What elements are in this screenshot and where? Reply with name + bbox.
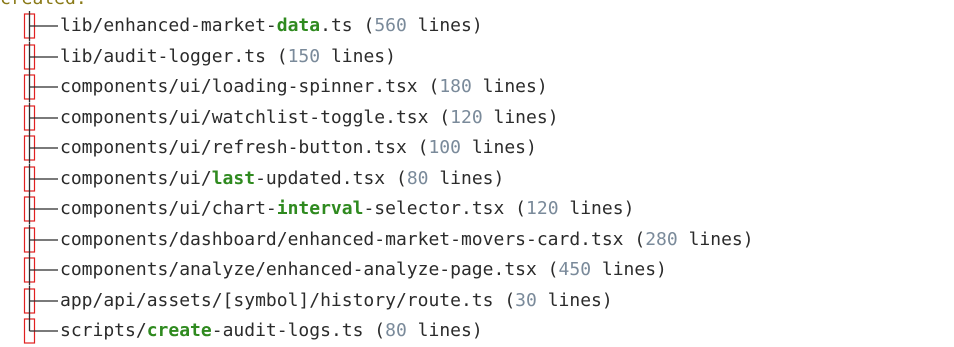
file-path-suffix: -audit-logs.ts [211,320,364,341]
tree-branch-icon [0,285,60,316]
line-count-open: ( [623,228,646,250]
tree-branch-icon [0,224,60,255]
line-count-number: 560 [374,15,407,36]
file-tree-row: components/analyze/enhanced-analyze-page… [0,255,954,286]
tree-branch-icon [0,163,60,194]
file-tree-row: lib/audit-logger.ts (150 lines) [0,41,954,73]
line-count-close: lines) [471,76,548,97]
line-count-number: 120 [526,198,559,219]
section-heading: created: [0,0,87,11]
line-count-open: ( [417,76,440,97]
line-count-number: 150 [287,45,321,67]
tree-last-branch-icon [0,316,60,347]
file-path: app/api/assets/[symbol]/history/route.ts [60,289,494,311]
file-path: components/ui/chart- [60,198,277,219]
tree-connector-glyph [23,11,58,42]
tree-connector-glyph [23,316,58,344]
line-count-close: lines) [406,15,483,36]
tree-branch-icon [0,133,60,164]
file-entry: components/ui/watchlist-toggle.tsx (120 … [60,103,559,134]
tree-branch-icon [0,41,60,72]
file-tree-row: components/ui/chart-interval-selector.ts… [0,194,954,225]
line-count-close: lines) [536,289,613,311]
tree-branch-icon [0,72,60,103]
file-entry: components/ui/last-updated.tsx (80 lines… [60,164,504,195]
tree-branch-icon [0,102,60,133]
line-count-open: ( [352,15,375,36]
file-path: components/analyze/enhanced-analyze-page… [60,259,537,280]
tree-connector-glyph [23,163,58,194]
line-count-open: ( [536,259,559,280]
file-path-suffix: -updated.tsx [255,167,386,189]
tree-connector-glyph [23,285,58,316]
tree-connector-glyph [23,41,58,72]
file-path-highlight: create [146,320,212,341]
line-count-number: 180 [439,76,472,97]
file-tree-row: scripts/create-audit-logs.ts (80 lines) [0,316,954,347]
tree-connector-glyph [23,194,58,225]
file-tree-row: app/api/assets/[symbol]/history/route.ts… [0,285,954,317]
file-path: components/ui/ [60,167,212,189]
file-tree-row: components/ui/refresh-button.tsx (100 li… [0,133,954,164]
line-count-open: ( [265,45,288,67]
file-path: components/ui/refresh-button.tsx [60,137,407,158]
file-path: components/dashboard/enhanced-market-mov… [60,228,624,250]
line-count-close: lines) [406,320,483,341]
tree-connector-glyph [23,133,58,164]
file-entry: scripts/create-audit-logs.ts (80 lines) [60,316,483,347]
line-count-open: ( [428,106,451,128]
file-tree-row: components/ui/watchlist-toggle.tsx (120 … [0,102,954,134]
file-entry: components/ui/loading-spinner.tsx (180 l… [60,72,548,103]
line-count-close: lines) [558,198,635,219]
line-count-close: lines) [677,228,754,250]
line-count-number: 120 [450,106,483,128]
file-tree-row: components/ui/last-updated.tsx (80 lines… [0,163,954,195]
tree-branch-icon [0,11,60,42]
line-count-close: lines) [320,45,396,67]
file-path: components/ui/loading-spinner.tsx [60,76,418,97]
file-entry: lib/enhanced-market-data.ts (560 lines) [60,11,483,42]
line-count-number: 100 [428,137,461,158]
file-entry: app/api/assets/[symbol]/history/route.ts… [60,286,613,317]
file-tree-row: components/dashboard/enhanced-market-mov… [0,224,954,256]
file-path: components/ui/watchlist-toggle.tsx [60,106,429,128]
file-path: scripts/ [60,320,147,341]
file-tree-list: lib/enhanced-market-data.ts (560 lines) l… [0,11,954,347]
line-count-number: 280 [645,228,678,250]
file-path-suffix: .ts [320,15,353,36]
tree-branch-icon [0,255,60,286]
line-count-number: 80 [385,320,407,341]
line-count-number: 450 [558,259,592,280]
line-count-open: ( [406,137,429,158]
line-count-close: lines) [428,167,505,189]
file-entry: components/ui/refresh-button.tsx (100 li… [60,133,537,164]
line-count-number: 80 [406,167,429,189]
file-path-highlight: data [276,15,321,36]
tree-connector-glyph [23,72,58,103]
tree-branch-icon [0,194,60,225]
file-entry: components/analyze/enhanced-analyze-page… [60,255,667,286]
file-path-highlight: last [211,167,256,189]
file-entry: components/dashboard/enhanced-market-mov… [60,225,754,256]
line-count-open: ( [363,320,386,341]
file-path-suffix: -selector.tsx [363,198,505,219]
line-count-open: ( [385,167,407,189]
line-count-close: lines) [591,259,667,280]
line-count-close: lines) [482,106,559,128]
file-path: lib/audit-logger.ts [60,45,266,67]
line-count-close: lines) [460,137,537,158]
line-count-open: ( [493,289,516,311]
file-tree-row: lib/enhanced-market-data.ts (560 lines) [0,11,954,42]
tree-connector-glyph [23,224,58,255]
line-count-number: 30 [515,289,537,311]
line-count-open: ( [504,198,527,219]
file-path-highlight: interval [276,198,364,219]
file-tree-row: components/ui/loading-spinner.tsx (180 l… [0,72,954,103]
tree-connector-glyph [23,255,58,286]
file-entry: components/ui/chart-interval-selector.ts… [60,194,634,225]
tree-connector-glyph [23,102,58,133]
file-path: lib/enhanced-market- [60,15,277,36]
file-entry: lib/audit-logger.ts (150 lines) [60,42,396,73]
